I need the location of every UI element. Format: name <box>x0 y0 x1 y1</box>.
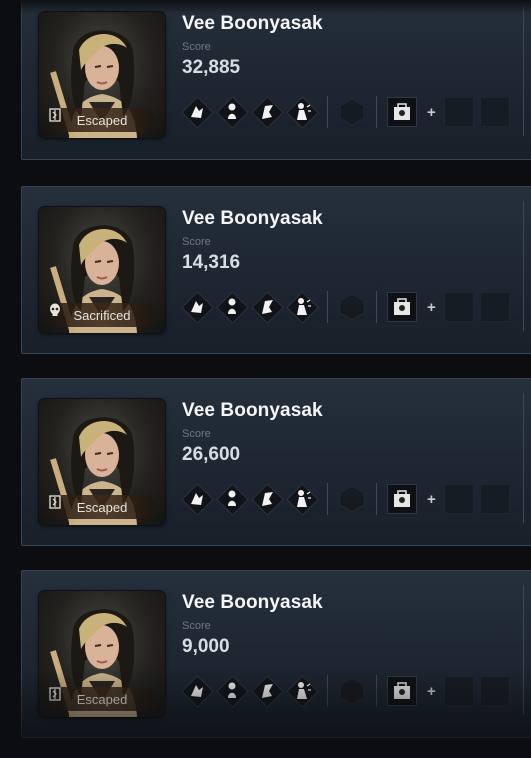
score-label: Score <box>182 236 211 248</box>
loadout-divider <box>327 291 328 323</box>
hand-perk-icon[interactable] <box>181 96 214 129</box>
status-badge: Escaped <box>49 495 155 519</box>
score-value: 26,600 <box>182 444 241 465</box>
score-value: 32,885 <box>182 57 241 78</box>
figure-perk-icon[interactable] <box>216 96 249 129</box>
hexagon-offering-icon[interactable] <box>338 292 366 322</box>
door-icon <box>49 687 61 701</box>
addon-plus: + <box>427 103 436 121</box>
toolbox-item-icon[interactable] <box>387 292 417 322</box>
player-name: Vee Boonyasak <box>182 592 323 613</box>
loadout-divider <box>376 291 377 323</box>
door-icon <box>49 108 61 122</box>
status-text: Escaped <box>76 112 128 128</box>
match-results-list: Escaped Vee Boonyasak Score 32,885 + Sac… <box>0 0 531 758</box>
player-card[interactable]: Sacrificed Vee Boonyasak Score 14,316 + <box>21 186 531 354</box>
card-divider <box>523 6 524 136</box>
loadout-row: + <box>181 482 516 516</box>
loadout-divider <box>376 483 377 515</box>
loadout-row: + <box>181 674 516 708</box>
addon-plus: + <box>427 298 436 316</box>
addon-slot[interactable] <box>443 676 474 706</box>
crouch-perk-icon[interactable] <box>286 483 319 516</box>
hand-perk-icon[interactable] <box>181 291 214 324</box>
player-card[interactable]: Escaped Vee Boonyasak Score 26,600 + <box>21 378 531 546</box>
player-name: Vee Boonyasak <box>182 400 323 421</box>
figure-perk-icon[interactable] <box>216 675 249 708</box>
claw-perk-icon[interactable] <box>251 96 284 129</box>
player-card[interactable]: Escaped Vee Boonyasak Score 32,885 + <box>21 0 531 160</box>
addon-plus: + <box>427 490 436 508</box>
addon-slot[interactable] <box>479 97 510 127</box>
claw-perk-icon[interactable] <box>251 675 284 708</box>
avatar: Escaped <box>39 12 165 138</box>
player-card[interactable]: Escaped Vee Boonyasak Score 9,000 + <box>21 570 531 738</box>
addon-slot[interactable] <box>479 484 510 514</box>
toolbox-item-icon[interactable] <box>387 484 417 514</box>
crouch-perk-icon[interactable] <box>286 675 319 708</box>
crouch-perk-icon[interactable] <box>286 291 319 324</box>
loadout-divider <box>327 96 328 128</box>
figure-perk-icon[interactable] <box>216 291 249 324</box>
avatar: Escaped <box>39 399 165 525</box>
hand-perk-icon[interactable] <box>181 675 214 708</box>
addon-slot[interactable] <box>479 292 510 322</box>
score-value: 9,000 <box>182 636 230 657</box>
loadout-row: + <box>181 290 516 324</box>
status-text: Sacrificed <box>73 307 131 323</box>
door-icon <box>49 495 61 509</box>
score-label: Score <box>182 428 211 440</box>
score-label: Score <box>182 620 211 632</box>
toolbox-item-icon[interactable] <box>387 676 417 706</box>
hexagon-offering-icon[interactable] <box>338 97 366 127</box>
hand-perk-icon[interactable] <box>181 483 214 516</box>
loadout-divider <box>376 675 377 707</box>
score-value: 14,316 <box>182 252 241 273</box>
figure-perk-icon[interactable] <box>216 483 249 516</box>
addon-slot[interactable] <box>443 292 474 322</box>
player-name: Vee Boonyasak <box>182 208 323 229</box>
status-text: Escaped <box>76 499 128 515</box>
card-divider <box>523 201 524 331</box>
toolbox-item-icon[interactable] <box>387 97 417 127</box>
addon-plus: + <box>427 682 436 700</box>
crouch-perk-icon[interactable] <box>286 96 319 129</box>
avatar: Escaped <box>39 591 165 717</box>
claw-perk-icon[interactable] <box>251 483 284 516</box>
loadout-row: + <box>181 95 516 129</box>
score-label: Score <box>182 41 211 53</box>
addon-slot[interactable] <box>479 676 510 706</box>
card-divider <box>523 585 524 715</box>
player-name: Vee Boonyasak <box>182 13 323 34</box>
claw-perk-icon[interactable] <box>251 291 284 324</box>
addon-slot[interactable] <box>443 484 474 514</box>
status-badge: Escaped <box>49 687 155 711</box>
loadout-divider <box>376 96 377 128</box>
hexagon-offering-icon[interactable] <box>338 484 366 514</box>
avatar: Sacrificed <box>39 207 165 333</box>
status-text: Escaped <box>76 691 128 707</box>
loadout-divider <box>327 675 328 707</box>
skull-icon <box>50 303 60 316</box>
loadout-divider <box>327 483 328 515</box>
status-badge: Sacrificed <box>49 303 155 327</box>
hexagon-offering-icon[interactable] <box>338 676 366 706</box>
card-divider <box>523 393 524 523</box>
addon-slot[interactable] <box>443 97 474 127</box>
status-badge: Escaped <box>49 108 155 132</box>
